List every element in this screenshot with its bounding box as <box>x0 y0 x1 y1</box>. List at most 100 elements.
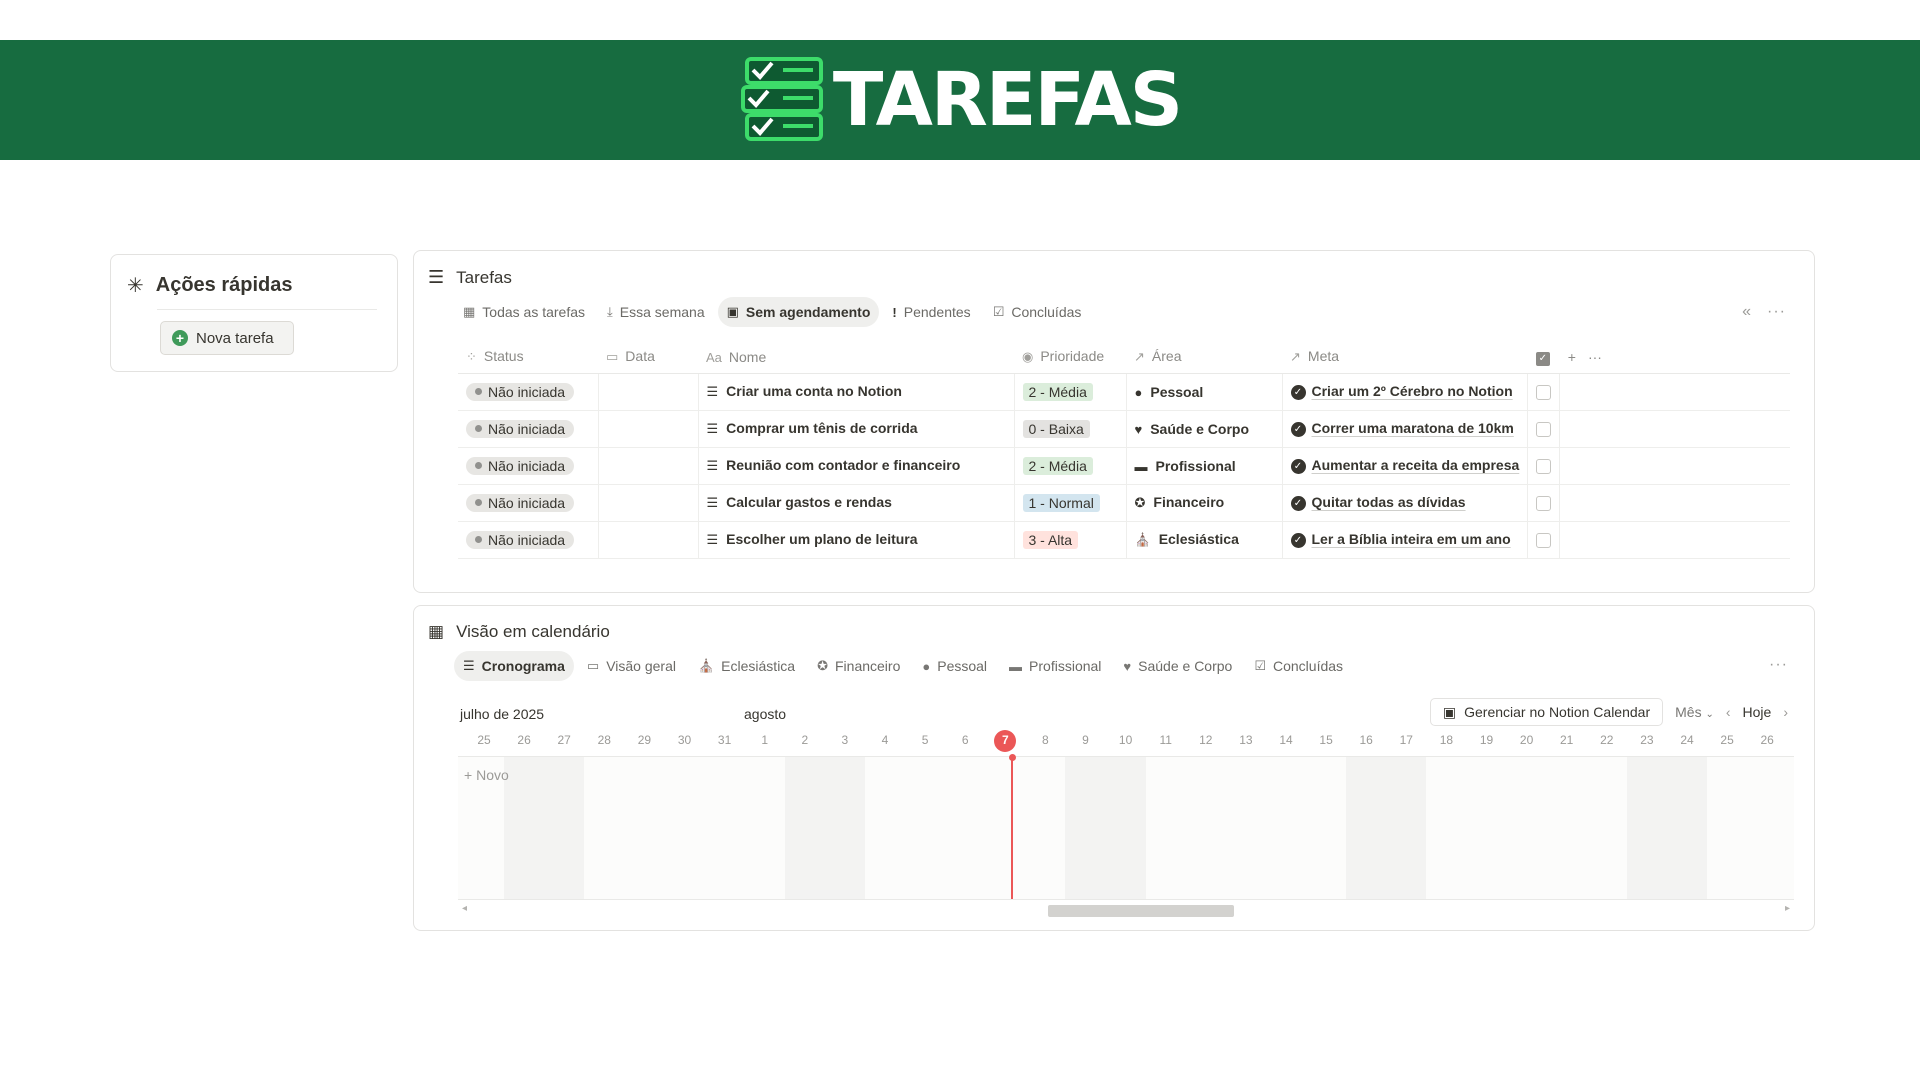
table-row[interactable]: Não iniciada ☰ Comprar um tênis de corrid… <box>458 410 1790 448</box>
day-label: 13 <box>1226 730 1266 750</box>
weekend-column <box>1626 757 1708 899</box>
date-cell[interactable] <box>598 521 699 559</box>
tab-essa-semana[interactable]: ⤓ Essa semana <box>598 297 714 327</box>
meta-cell[interactable]: ✓ Criar um 2º Cérebro no Notion <box>1282 373 1529 411</box>
new-item-button[interactable]: + Novo <box>464 767 509 783</box>
area-cell[interactable]: ● Pessoal <box>1126 373 1283 411</box>
priority-cell[interactable]: 3 - Alta <box>1014 521 1127 559</box>
checkbox-cell[interactable] <box>1527 447 1561 485</box>
name-cell[interactable]: ☰ Reunião com contador e financeiro <box>698 447 1015 485</box>
done-checkbox[interactable] <box>1536 458 1552 474</box>
new-task-button[interactable]: + Nova tarefa <box>160 321 294 355</box>
table-row[interactable]: Não iniciada ☰ Criar uma conta no Notion … <box>458 373 1790 411</box>
tab-concluidas[interactable]: ☑ Concluídas <box>1245 651 1352 681</box>
meta-cell[interactable]: ✓ Correr uma maratona de 10km <box>1282 410 1529 448</box>
checkbox-cell[interactable] <box>1527 521 1561 559</box>
priority-cell[interactable]: 2 - Média <box>1014 447 1127 485</box>
add-property-header[interactable]: + ··· <box>1559 341 1790 374</box>
check-circle-icon: ✓ <box>1290 421 1306 437</box>
table-row[interactable]: Não iniciada ☰ Reunião com contador e fin… <box>458 447 1790 485</box>
priority-cell[interactable]: 2 - Média <box>1014 373 1127 411</box>
done-checkbox[interactable] <box>1536 495 1552 511</box>
area-cell[interactable]: ⛪ Eclesiástica <box>1126 521 1283 559</box>
quick-actions-panel: ✳ Ações rápidas + Nova tarefa <box>110 254 398 372</box>
horizontal-scrollbar[interactable]: ◂ ▸ <box>458 903 1794 917</box>
column-status[interactable]: ⁘ Status <box>458 341 598 374</box>
checkbox-cell[interactable] <box>1527 373 1561 411</box>
scrollbar-thumb[interactable] <box>1048 905 1234 917</box>
area-cell[interactable]: ▬ Profissional <box>1126 447 1283 485</box>
chevron-right-icon[interactable]: › <box>1783 704 1788 720</box>
meta-cell[interactable]: ✓ Quitar todas as dívidas <box>1282 484 1529 522</box>
collapse-icon[interactable]: « <box>1742 303 1752 321</box>
scroll-right-icon[interactable]: ▸ <box>1785 903 1790 914</box>
tab-pessoal[interactable]: ● Pessoal <box>913 651 996 681</box>
status-badge: Não iniciada <box>466 493 575 512</box>
name-cell[interactable]: ☰ Escolher um plano de leitura <box>698 521 1015 559</box>
column-checkbox[interactable]: ✓ <box>1527 341 1560 374</box>
checkbox-cell[interactable] <box>1527 410 1561 448</box>
priority-cell[interactable]: 1 - Normal <box>1014 484 1127 522</box>
date-cell[interactable] <box>598 484 699 522</box>
download-icon: ⤓ <box>607 304 613 319</box>
tab-cronograma[interactable]: ☰ Cronograma <box>454 651 574 681</box>
notion-calendar-button[interactable]: ▣ Gerenciar no Notion Calendar <box>1429 698 1664 726</box>
column-label: Data <box>625 348 655 365</box>
checklist-icon: ☰ <box>706 384 719 399</box>
meta-cell[interactable]: ✓ Aumentar a receita da empresa <box>1282 447 1529 485</box>
scroll-left-icon[interactable]: ◂ <box>462 903 467 914</box>
date-cell[interactable] <box>598 447 699 485</box>
day-number: 8 <box>1042 733 1049 747</box>
column-meta[interactable]: ↗ Meta <box>1282 341 1528 374</box>
column-data[interactable]: ▭ Data <box>598 341 698 374</box>
today-button[interactable]: Hoje <box>1743 704 1772 720</box>
tab-todas-as-tarefas[interactable]: ▦ Todas as tarefas <box>454 297 594 327</box>
tab-eclesiastica[interactable]: ⛪ Eclesiástica <box>689 651 804 681</box>
area-cell[interactable]: ♥ Saúde e Corpo <box>1126 410 1283 448</box>
table-row[interactable]: Não iniciada ☰ Escolher um plano de leitu… <box>458 521 1790 559</box>
status-cell[interactable]: Não iniciada <box>458 373 599 411</box>
checklist-icon: ☰ <box>706 458 719 473</box>
status-cell[interactable]: Não iniciada <box>458 447 599 485</box>
tab-saude-e-corpo[interactable]: ♥ Saúde e Corpo <box>1114 651 1241 681</box>
view-select[interactable]: Mês ⌄ <box>1675 704 1714 720</box>
done-checkbox[interactable] <box>1536 532 1552 548</box>
column-prioridade[interactable]: ◉ Prioridade <box>1014 341 1126 374</box>
status-cell[interactable]: Não iniciada <box>458 484 599 522</box>
more-icon[interactable]: ··· <box>1588 349 1602 365</box>
day-label: 26 <box>1747 730 1787 750</box>
tab-visao-geral[interactable]: ▭ Visão geral <box>578 651 685 681</box>
more-options-icon[interactable]: ··· <box>1769 656 1788 674</box>
tab-profissional[interactable]: ▬ Profissional <box>1000 651 1110 681</box>
table-row[interactable]: Não iniciada ☰ Calcular gastos e rendas 1… <box>458 484 1790 522</box>
date-cell[interactable] <box>598 410 699 448</box>
more-options-icon[interactable]: ··· <box>1767 303 1786 321</box>
priority-cell[interactable]: 0 - Baixa <box>1014 410 1127 448</box>
tab-label: Saúde e Corpo <box>1138 658 1233 674</box>
area-cell[interactable]: ✪ Financeiro <box>1126 484 1283 522</box>
status-cell[interactable]: Não iniciada <box>458 410 599 448</box>
column-nome[interactable]: Aa Nome <box>698 341 1014 374</box>
relation-arrow-icon: ↗ <box>1290 349 1301 365</box>
meta-cell[interactable]: ✓ Ler a Bíblia inteira em um ano <box>1282 521 1529 559</box>
date-cell[interactable] <box>598 373 699 411</box>
done-checkbox[interactable] <box>1536 421 1552 437</box>
tab-concluidas[interactable]: ☑ Concluídas <box>984 297 1091 327</box>
day-label: 4 <box>865 730 905 750</box>
tab-pendentes[interactable]: ! Pendentes <box>883 297 979 327</box>
tab-sem-agendamento[interactable]: ▣ Sem agendamento <box>717 297 880 327</box>
text-property-icon: Aa <box>706 349 722 365</box>
chevron-left-icon[interactable]: ‹ <box>1726 704 1731 720</box>
done-checkbox[interactable] <box>1536 384 1552 400</box>
column-area[interactable]: ↗ Área <box>1126 341 1282 374</box>
name-cell[interactable]: ☰ Comprar um tênis de corrida <box>698 410 1015 448</box>
checkbox-cell[interactable] <box>1527 484 1561 522</box>
timeline-area[interactable]: + Novo <box>458 754 1794 900</box>
status-dot <box>475 536 482 544</box>
tab-financeiro[interactable]: ✪ Financeiro <box>808 651 909 681</box>
day-label: 8 <box>1025 730 1065 750</box>
plus-icon[interactable]: + <box>1568 349 1576 365</box>
name-cell[interactable]: ☰ Criar uma conta no Notion <box>698 373 1015 411</box>
name-cell[interactable]: ☰ Calcular gastos e rendas <box>698 484 1015 522</box>
status-cell[interactable]: Não iniciada <box>458 521 599 559</box>
